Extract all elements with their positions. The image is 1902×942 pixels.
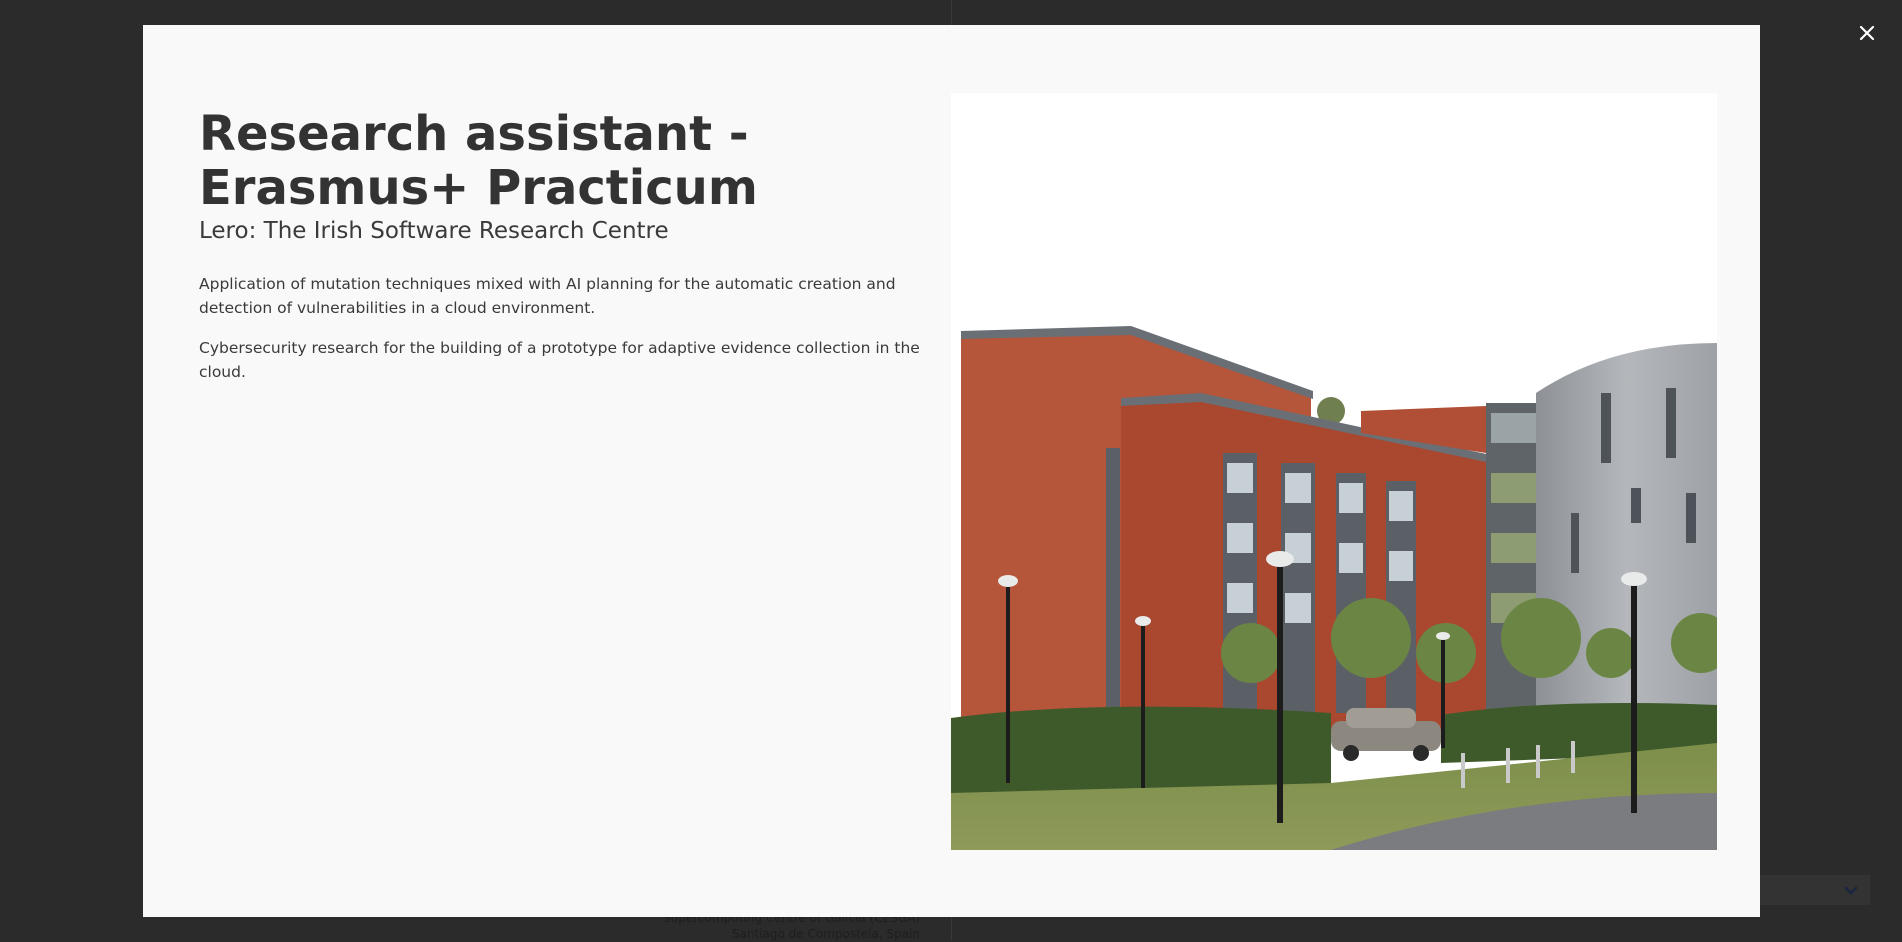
description-paragraph-2: Cybersecurity research for the building … [199,339,920,381]
experience-modal: Research assistant - Erasmus+ Practicum … [143,25,1760,917]
organization-name: Lero: The Irish Software Research Centre [199,218,669,244]
chevron-down-icon [1844,886,1858,895]
close-icon[interactable] [1856,22,1878,44]
building-photo [951,93,1717,850]
position-title: Research assistant - Erasmus+ Practicum [199,106,758,216]
description-paragraph-1: Application of mutation techniques mixed… [199,275,896,317]
